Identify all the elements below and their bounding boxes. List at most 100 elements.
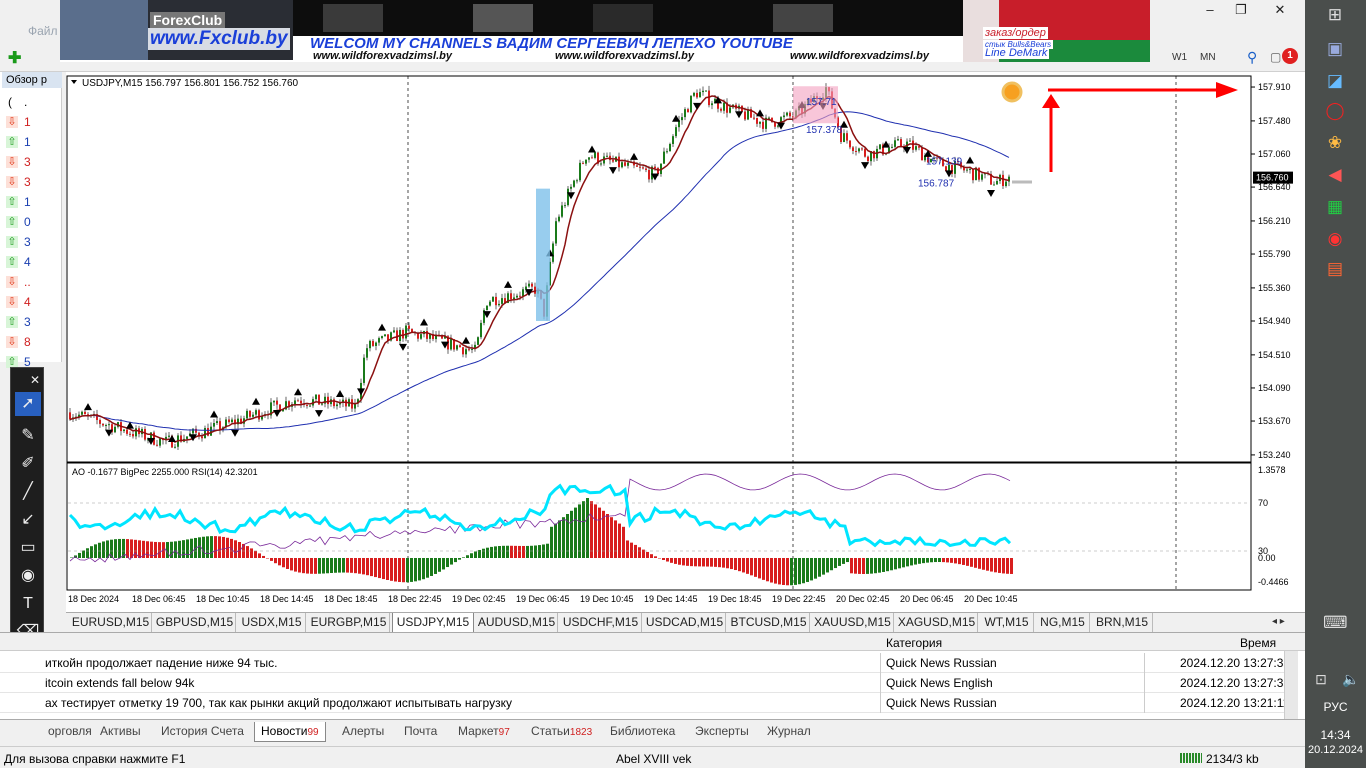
market-watch-row[interactable]: ⇧ 3 — [0, 312, 40, 332]
ao-bar — [794, 558, 797, 585]
palette-icon[interactable]: ◉ — [15, 564, 41, 588]
terminal-tab[interactable]: Активы — [94, 722, 147, 742]
speaker-app-icon[interactable]: ◀ — [1323, 164, 1347, 186]
pencil-icon[interactable]: ✎ — [15, 424, 41, 448]
symbol-tab[interactable]: BRN,M15 — [1092, 613, 1153, 633]
maximize-button[interactable]: ❐ — [1226, 0, 1256, 20]
ao-bar — [258, 553, 261, 558]
paint-icon[interactable]: ❀ — [1323, 132, 1347, 154]
candle-body — [699, 92, 701, 98]
candle-body — [855, 150, 857, 152]
clock-date[interactable]: 20.12.2024 — [1305, 744, 1366, 756]
market-watch-row[interactable]: ⇩ 4 — [0, 292, 40, 312]
symbol-tab[interactable]: AUDUSD,M15 — [476, 613, 558, 633]
column-category[interactable]: Категория — [886, 636, 942, 650]
timeframe-w1[interactable]: W1 — [1172, 52, 1187, 63]
market-watch-row[interactable]: ⇩ 1 — [0, 112, 40, 132]
news-row[interactable]: itcoin extends fall below 94k Quick News … — [0, 673, 1290, 693]
rectangle-icon[interactable]: ▭ — [15, 536, 41, 560]
market-watch-row[interactable]: ⇧ 1 — [0, 132, 40, 152]
clock-time[interactable]: 14:34 — [1305, 728, 1366, 742]
app-icon[interactable]: ◪ — [1323, 70, 1347, 92]
ao-bar — [278, 558, 281, 566]
symbol-tab[interactable]: BTCUSD,M15 — [728, 613, 810, 633]
price-annotation: 157.378 — [806, 125, 843, 136]
symbol-tab[interactable]: XAGUSD,M15 — [896, 613, 978, 633]
market-watch-row[interactable]: ⇧ 3 — [0, 232, 40, 252]
news-row[interactable]: ах тестирует отметку 19 700, так как рын… — [0, 693, 1290, 713]
candle-body — [219, 421, 221, 431]
market-watch-row[interactable]: ⇧ 4 — [0, 252, 40, 272]
ao-bar — [418, 558, 421, 581]
terminal-tab[interactable]: Новости99 — [254, 722, 326, 742]
indicator-axis-label: 70 — [1258, 498, 1268, 508]
terminal-tab[interactable]: Маркет97 — [452, 722, 516, 742]
market-watch-row[interactable]: ⇩ 3 — [0, 152, 40, 172]
close-icon[interactable]: ✕ — [27, 368, 43, 392]
text-icon[interactable]: T — [15, 592, 41, 616]
menu-file[interactable]: Файл — [28, 24, 58, 38]
tab-scroll-icon[interactable]: ◂ ▸ — [1272, 616, 1285, 627]
terminal-tab[interactable]: Алерты — [336, 722, 390, 742]
symbol-tab[interactable]: EURGBP,M15 — [308, 613, 390, 633]
symbol-tab[interactable]: EURUSD,M15 — [70, 613, 152, 633]
marker-icon[interactable]: ✐ — [15, 452, 41, 476]
terminal-tab[interactable]: орговля — [42, 722, 98, 742]
ao-bar — [482, 548, 485, 558]
symbol-tab[interactable]: GBPUSD,M15 — [154, 613, 236, 633]
keyboard-icon[interactable]: ⌨ — [1323, 612, 1348, 634]
market-watch-row[interactable]: ⇩.. — [0, 272, 40, 292]
candle-body — [762, 121, 764, 129]
terminal-tab[interactable]: Журнал — [761, 722, 817, 742]
market-watch-row[interactable]: ⇧ 1 — [0, 192, 40, 212]
terminal-app-icon[interactable]: ▤ — [1323, 258, 1347, 280]
search-icon[interactable]: ⚲ — [1247, 49, 1257, 66]
volume-icon[interactable]: 🔈 — [1339, 668, 1363, 690]
alert-badge[interactable]: 1 — [1282, 48, 1298, 64]
news-row[interactable]: иткойн продолжает падение ниже 94 тыс. Qu… — [0, 653, 1290, 673]
record-icon[interactable]: ◉ — [1323, 228, 1347, 250]
calculator-icon[interactable]: ▦ — [1323, 196, 1347, 218]
close-button[interactable]: ✕ — [1265, 0, 1295, 20]
terminal-tab[interactable]: История Счета — [155, 722, 250, 742]
terminal-tab[interactable]: Статьи1823 — [525, 722, 598, 742]
symbol-tab[interactable]: USDCAD,M15 — [644, 613, 726, 633]
arrow-up-icon: ⇧ — [6, 216, 18, 228]
symbol-tab[interactable]: USDX,M15 — [238, 613, 306, 633]
new-chart-icon[interactable]: ✚ — [8, 48, 26, 67]
column-time[interactable]: Время — [1240, 636, 1276, 650]
chart-canvas[interactable]: 157.910157.480157.060156.640156.210155.7… — [66, 72, 1305, 612]
symbol-tab[interactable]: USDCHF,M15 — [560, 613, 642, 633]
market-watch-title[interactable]: Обзор р — [2, 72, 62, 88]
language-indicator[interactable]: РУС — [1305, 700, 1366, 714]
arrow-line-icon[interactable]: ↙ — [15, 508, 41, 532]
chat-icon[interactable]: ▢ — [1270, 50, 1281, 64]
candle-body — [273, 400, 275, 403]
cursor-icon[interactable]: ➚ — [15, 392, 41, 416]
terminal-tab[interactable]: Эксперты — [689, 722, 755, 742]
market-watch-row[interactable]: ⇩ 8 — [0, 332, 40, 352]
opera-icon[interactable]: ◯ — [1323, 100, 1347, 122]
candle-body — [786, 112, 788, 116]
terminal-tab[interactable]: Почта — [398, 722, 443, 742]
ao-bar — [578, 504, 581, 558]
ao-bar — [678, 558, 681, 565]
symbol-tab[interactable]: USDJPY,M15 — [392, 613, 474, 633]
file-explorer-icon[interactable]: ▣ — [1323, 38, 1347, 60]
timeframe-mn[interactable]: MN — [1200, 52, 1216, 63]
symbol-tab[interactable]: WT,M15 — [980, 613, 1034, 633]
minimize-button[interactable]: – — [1195, 0, 1225, 20]
windows-start-icon[interactable]: ⊞ — [1323, 4, 1347, 26]
terminal-tab[interactable]: Библиотека — [604, 722, 681, 742]
candle-body — [576, 180, 578, 182]
network-icon[interactable]: ⊡ — [1309, 668, 1333, 690]
symbol-tab[interactable]: NG,M15 — [1036, 613, 1090, 633]
price-chart[interactable]: 157.910 157.480 157.060 156.640 156.210 155.7… — [66, 72, 1305, 612]
news-scrollbar[interactable] — [1284, 651, 1298, 719]
line-icon[interactable]: ╱ — [15, 480, 41, 504]
candle-body — [363, 357, 365, 383]
ao-bar — [106, 540, 109, 558]
market-watch-row[interactable]: ⇧ 0 — [0, 212, 40, 232]
symbol-tab[interactable]: XAUUSD,M15 — [812, 613, 894, 633]
market-watch-row[interactable]: ⇩ 3 — [0, 172, 40, 192]
